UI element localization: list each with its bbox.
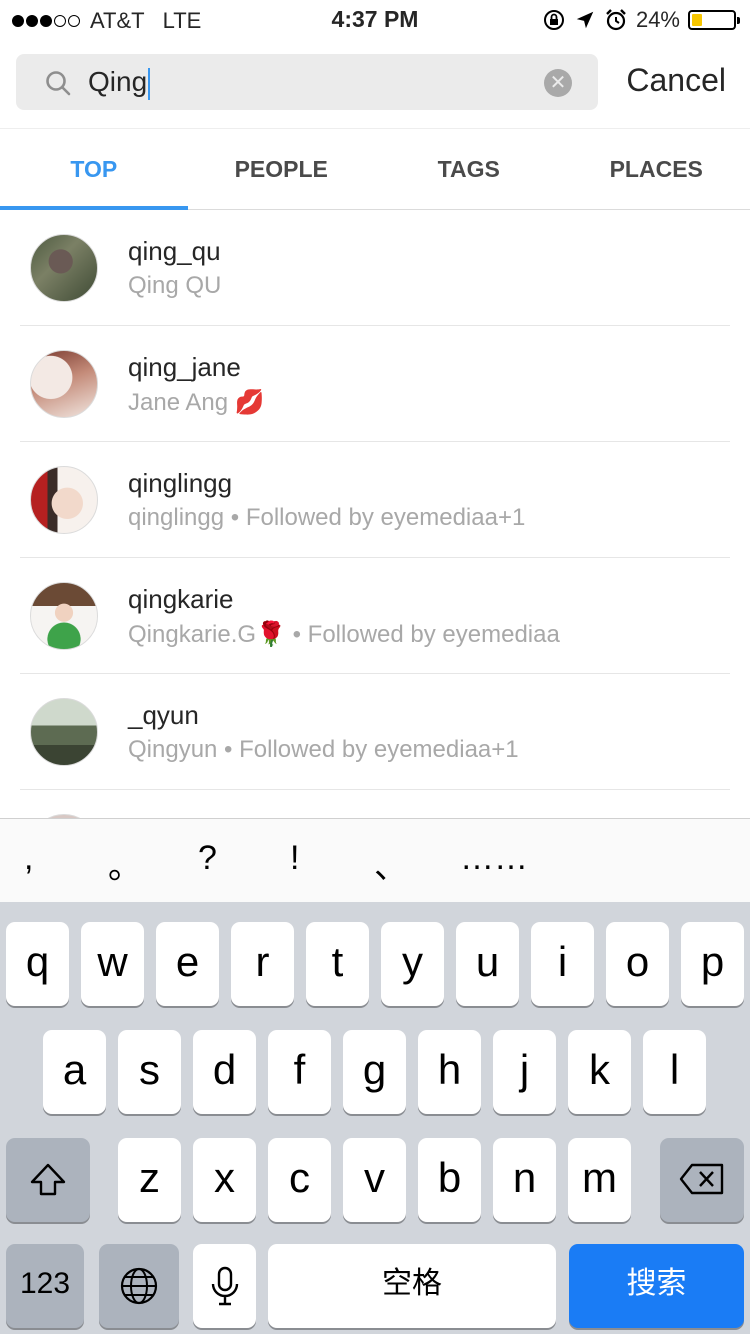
list-item[interactable]: qing_qu Qing QU (0, 210, 750, 326)
search-input-text: Qing (88, 66, 148, 97)
keyboard: q w e r t y u i o p a s d f g h j k l z … (0, 902, 750, 1334)
key-g[interactable]: g (343, 1030, 406, 1114)
result-subtitle: Qingkarie.G🌹 • Followed by eyemediaa (128, 621, 560, 648)
search-input[interactable]: Qing (88, 64, 488, 100)
key-x[interactable]: x (193, 1138, 256, 1222)
search-bar: Qing ✕ Cancel (0, 40, 750, 128)
tab-people[interactable]: PEOPLE (188, 129, 376, 209)
result-subtitle: qinglingg • Followed by eyemediaa+1 (128, 504, 526, 531)
key-o[interactable]: o (606, 922, 669, 1006)
status-right: 24% (542, 7, 740, 33)
avatar (30, 466, 98, 534)
key-p[interactable]: p (681, 922, 744, 1006)
result-subtitle: Qingyun • Followed by eyemediaa+1 (128, 736, 519, 763)
tab-top[interactable]: TOP (0, 129, 188, 210)
key-m[interactable]: m (568, 1138, 631, 1222)
key-v[interactable]: v (343, 1138, 406, 1222)
avatar (30, 350, 98, 418)
candidate-question[interactable]: ? (198, 839, 217, 878)
key-f[interactable]: f (268, 1030, 331, 1114)
battery-percentage: 24% (635, 7, 680, 32)
list-item[interactable]: qingkarie Qingkarie.G🌹 • Followed by eye… (0, 558, 750, 674)
alarm-icon (606, 9, 626, 31)
microphone-icon (211, 1266, 238, 1306)
key-t[interactable]: t (306, 922, 369, 1006)
avatar (30, 582, 98, 650)
avatar (30, 698, 98, 766)
search-icon (46, 71, 71, 96)
candidate-exclamation[interactable]: ! (290, 839, 299, 878)
result-subtitle: Jane Ang 💋 (128, 389, 265, 416)
key-k[interactable]: k (568, 1030, 631, 1114)
result-username: qing_jane (128, 352, 241, 382)
orientation-lock-icon (543, 10, 564, 30)
key-d[interactable]: d (193, 1030, 256, 1114)
key-l[interactable]: l (643, 1030, 706, 1114)
result-username: qingkarie (128, 584, 234, 614)
delete-key[interactable] (660, 1138, 744, 1222)
search-tabs: TOP PEOPLE TAGS PLACES (0, 128, 750, 210)
tab-places[interactable]: PLACES (563, 129, 750, 209)
list-item[interactable]: qinglingg qinglingg • Followed by eyemed… (0, 442, 750, 558)
avatar (30, 234, 98, 302)
candidate-comma[interactable]: , (24, 839, 33, 878)
key-w[interactable]: w (81, 922, 144, 1006)
key-c[interactable]: c (268, 1138, 331, 1222)
key-h[interactable]: h (418, 1030, 481, 1114)
result-username: qinglingg (128, 468, 233, 498)
clear-search-icon[interactable]: ✕ (544, 69, 572, 97)
key-a[interactable]: a (43, 1030, 106, 1114)
text-cursor (148, 67, 151, 100)
search-results-list: qing_qu Qing QU qing_jane Jane Ang 💋 qin… (0, 210, 750, 820)
space-key[interactable]: 空格 (268, 1244, 556, 1328)
result-subtitle: Qing QU (128, 272, 222, 299)
list-item[interactable]: _qyun Qingyun • Followed by eyemediaa+1 (0, 674, 750, 790)
key-e[interactable]: e (156, 922, 219, 1006)
key-z[interactable]: z (118, 1138, 181, 1222)
key-n[interactable]: n (493, 1138, 556, 1222)
location-arrow-icon (576, 11, 594, 29)
dictation-key[interactable] (193, 1244, 256, 1328)
key-y[interactable]: y (381, 922, 444, 1006)
key-b[interactable]: b (418, 1138, 481, 1222)
key-r[interactable]: r (231, 922, 294, 1006)
result-username: qing_qu (128, 236, 221, 266)
candidate-ellipsis[interactable]: …… (460, 839, 528, 878)
key-u[interactable]: u (456, 922, 519, 1006)
list-item[interactable]: qing_jane Jane Ang 💋 (0, 326, 750, 442)
globe-key[interactable] (99, 1244, 179, 1328)
list-item-partial[interactable] (0, 790, 750, 820)
candidate-enumeration-comma[interactable]: 、 (374, 839, 408, 888)
keyboard-candidate-bar: , 。 ? ! 、 …… (0, 818, 750, 902)
result-username: _qyun (128, 700, 199, 730)
numbers-key[interactable]: 123 (6, 1244, 84, 1328)
status-bar: AT&T LTE 4:37 PM 24% (0, 0, 750, 40)
search-field-container[interactable]: Qing ✕ (16, 54, 598, 110)
backspace-icon (679, 1163, 724, 1195)
shift-key[interactable] (6, 1138, 90, 1222)
tab-tags[interactable]: TAGS (375, 129, 563, 209)
search-key[interactable]: 搜索 (569, 1244, 744, 1328)
key-j[interactable]: j (493, 1030, 556, 1114)
candidate-period[interactable]: 。 (108, 839, 142, 888)
cancel-button[interactable]: Cancel (626, 62, 726, 99)
key-i[interactable]: i (531, 922, 594, 1006)
battery-icon (688, 10, 740, 30)
globe-icon (120, 1267, 158, 1305)
shift-icon (30, 1163, 66, 1196)
key-s[interactable]: s (118, 1030, 181, 1114)
key-q[interactable]: q (6, 922, 69, 1006)
